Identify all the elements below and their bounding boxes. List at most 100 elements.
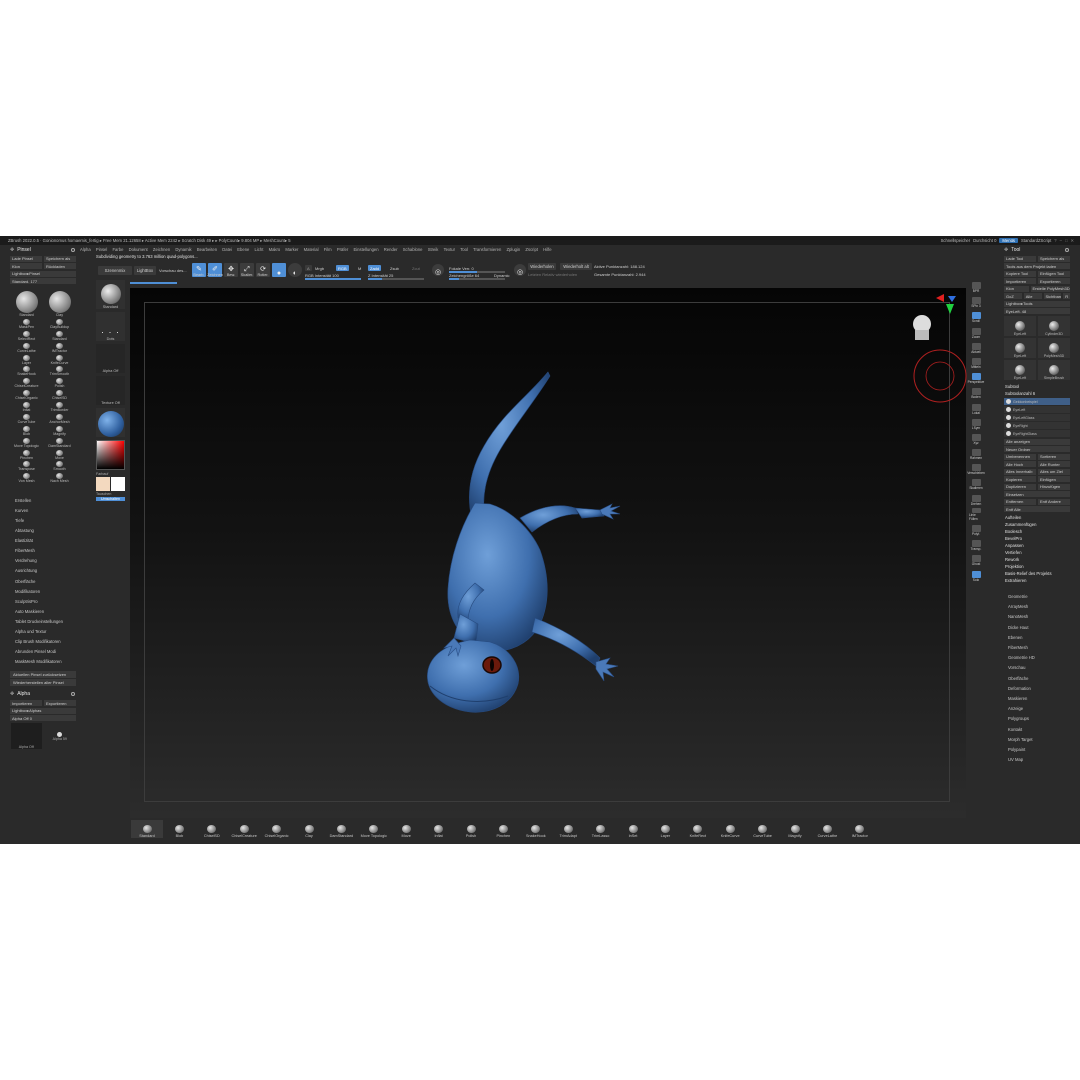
brush-trimborder[interactable]: TrimBorder [44, 401, 75, 412]
brush-polish[interactable]: Polish [44, 378, 75, 388]
brush-palette-header[interactable]: ✥ Pinsel [8, 245, 78, 254]
tool-menu-kontakt[interactable]: Kontakt [1002, 724, 1072, 734]
brush-menu-clip-brush-modifikatoren[interactable]: Clip Brush Modifikatoren [15, 637, 78, 647]
panel-close-icon[interactable] [1065, 247, 1069, 252]
shelf-brush-curvelathe[interactable]: CurveLathe [811, 820, 843, 838]
menu-makro[interactable]: Makro [269, 247, 281, 252]
subtool-menu-anpassen[interactable]: Anpassen [1002, 542, 1072, 549]
brush-magnify[interactable]: Magnify [44, 425, 75, 436]
scale-button[interactable]: ⤢ Skalier. [240, 263, 254, 277]
draw-button[interactable]: ✐ Zeichnen [207, 263, 223, 277]
brush-sphere-button[interactable]: ● [272, 263, 286, 277]
menu-bearbeiten[interactable]: Bearbeiten [197, 247, 217, 252]
shelf-mitteln-button[interactable]: Mitteln [969, 356, 983, 369]
menu-tool[interactable]: Tool [460, 247, 468, 252]
shelf-lsym-button[interactable]: LSym [969, 417, 983, 430]
shelf-zoom-button[interactable]: Zoom [969, 326, 983, 339]
help-icon[interactable]: ? [1054, 238, 1056, 243]
tool-palette-header[interactable]: ✥ Tool [1002, 245, 1072, 254]
z-intensity-track[interactable] [368, 278, 424, 280]
menu-dokument[interactable]: Dokument [129, 247, 148, 252]
shelf-rahmen-button[interactable]: Rahmen [969, 447, 983, 460]
close-icon[interactable]: ✕ [1070, 238, 1074, 243]
menu-ebene[interactable]: Ebene [237, 247, 249, 252]
new-folder-button[interactable]: Neuer Ordner [1004, 446, 1070, 452]
tool-menu-fibermesh[interactable]: FiberMesh [1002, 642, 1072, 652]
brush-inflat[interactable]: Inflat [11, 401, 42, 412]
zadd-toggle[interactable]: Zadd [368, 265, 382, 271]
subtool-op-sortieren[interactable]: Sortieren [1038, 453, 1070, 460]
shelf-brush-chiselcreature[interactable]: ChiselCreature [228, 820, 260, 838]
toggle-color-button[interactable]: Umschalten [96, 497, 125, 501]
reload-brush-button[interactable]: Rückladen [44, 263, 76, 269]
tool-slider[interactable]: EyeLeft. 48 [1004, 308, 1070, 314]
brush-knifecurve[interactable]: KnifeCurve [44, 354, 75, 365]
menu-material[interactable]: Material [304, 247, 319, 252]
swap-color-button[interactable]: Tauschen [96, 492, 126, 496]
dynamic-toggle[interactable]: Dynamic [494, 273, 510, 278]
brush-standard[interactable]: Standard [44, 330, 75, 341]
m-toggle[interactable]: M [358, 266, 361, 271]
draw-size-track[interactable] [449, 278, 505, 280]
subtool-menu-boolesch[interactable]: Boolesch [1002, 528, 1072, 535]
tool-menu-anzeige[interactable]: Anzeige [1002, 704, 1072, 714]
menu-datei[interactable]: Datei [222, 247, 232, 252]
tool-menu-vorschau[interactable]: Vorschau [1002, 663, 1072, 673]
subtool-menu-rework[interactable]: Rework [1002, 556, 1072, 563]
zsub-toggle[interactable]: Zsub [390, 266, 399, 271]
subtool-op-alles-um-ziel[interactable]: Alles um Ziel [1038, 468, 1070, 475]
brush-menu-elastizit-t[interactable]: Elastizität [15, 536, 78, 546]
shelf-brush-trimadapt[interactable]: TrimAdapt [552, 820, 584, 838]
tool-menu-uv-map[interactable]: UV Map [1002, 755, 1072, 765]
brush-menu-tiefe[interactable]: Tiefe [15, 515, 78, 525]
shelf-polyf-button[interactable]: Polyf. [969, 523, 983, 536]
brush-menu-oberfl-che[interactable]: Oberfläche [15, 576, 78, 586]
brush-clay[interactable]: Clay [44, 287, 75, 317]
goz-button[interactable]: GoZ [1004, 293, 1022, 299]
shelf-ghost-button[interactable]: Ghost [969, 553, 983, 566]
current-brush-tile[interactable]: Standard [96, 280, 125, 309]
alpha-thumb-off[interactable]: Alpha Off [11, 723, 42, 750]
subtool-op-alle-runter[interactable]: Alle Runter [1038, 461, 1070, 467]
minimize-icon[interactable]: – [1060, 238, 1062, 243]
scenemix-button[interactable]: Szenenmix [98, 266, 132, 275]
brush-chiselcreature[interactable]: ChiselCreature [11, 378, 42, 388]
tool-menu-dicke-haut[interactable]: Dicke Haut [1002, 622, 1072, 632]
shelf-aktuell-button[interactable]: Aktuell [969, 341, 983, 354]
shelf-bpr-button[interactable]: BPR [969, 280, 983, 293]
shelf-linie-f-llen-button[interactable]: Linie Füllen [969, 507, 983, 521]
lightbox-brushes-button[interactable]: Lightbox▸Pinsel [10, 270, 76, 277]
shelf-solo-button[interactable]: Solo [969, 569, 983, 582]
texture-tile[interactable]: Texture Off [96, 376, 125, 405]
clone-tool-button[interactable]: Klon [1004, 285, 1029, 292]
brush-curvetube[interactable]: CurveTube [11, 413, 42, 424]
brush-menu-kurven[interactable]: Kurven [15, 505, 78, 515]
menu-zeichnen[interactable]: Zeichnen [153, 247, 170, 252]
shelf-skalieren-button[interactable]: Skalieren [969, 477, 983, 490]
brush-imtractor[interactable]: IMTractor [44, 342, 75, 353]
menu-pr-fer[interactable]: Präfer [337, 247, 348, 252]
paste-subtool-button[interactable]: Einfügen [1038, 476, 1070, 482]
goz-all-button[interactable]: Alle [1023, 293, 1042, 299]
brush-standard[interactable]: Standard [11, 287, 42, 317]
shelf-brush-move[interactable]: Move [390, 820, 422, 838]
brush-trimsmooth[interactable]: TrimSmooth [44, 366, 75, 376]
brush-von-mesh[interactable]: Von Mesh [11, 473, 42, 483]
shelf-brush-chiselsd[interactable]: ChiselSD [196, 820, 228, 838]
gecko-model[interactable] [130, 288, 966, 818]
lightbox-tools-button[interactable]: Lightbox▸Tools [1004, 300, 1070, 307]
lightbox-button[interactable]: LightBox [134, 266, 156, 275]
alpha-palette-header[interactable]: ✥ Alpha [8, 690, 78, 699]
shelf-verschieben-button[interactable]: Verschieben [967, 462, 985, 475]
shelf-brush-move-topologic[interactable]: Move Topologic [358, 820, 390, 838]
menu-schablone[interactable]: Schablone [403, 247, 423, 252]
tool-menu-ebenen[interactable]: Ebenen [1002, 632, 1072, 642]
alpha-import-button[interactable]: Importieren [10, 700, 42, 707]
show-all-button[interactable]: Alle anzeigen [1004, 438, 1070, 445]
menu-film[interactable]: Film [324, 247, 332, 252]
shelf-brush-damstandard[interactable]: DamStandard [325, 820, 357, 838]
shelf-brush-polish[interactable]: Polish [455, 820, 487, 838]
alpha-tile[interactable]: Alpha Off [96, 344, 125, 373]
alpha-export-button[interactable]: Exportieren [44, 700, 76, 707]
tool-cylinder3d-thumb[interactable]: Cylinder3D [1038, 316, 1070, 336]
